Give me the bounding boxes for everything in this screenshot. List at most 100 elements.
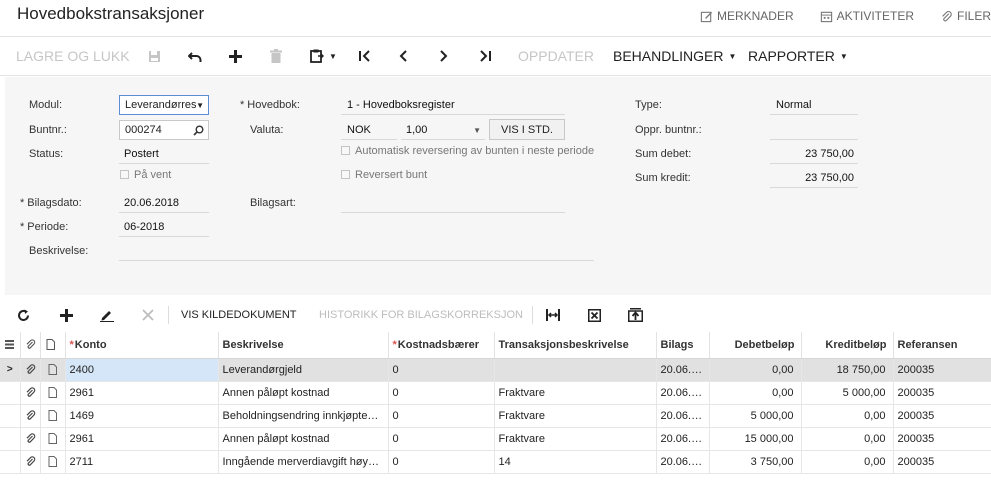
refresh-icon[interactable] — [17, 300, 30, 330]
credit-cell[interactable]: 5 000,00 — [801, 381, 894, 405]
account-cell[interactable]: 2711 — [65, 450, 219, 474]
credit-cell[interactable]: 0,00 — [801, 450, 894, 474]
col-reference[interactable]: Referansen — [893, 332, 991, 359]
files-link[interactable]: FILER — [940, 9, 991, 23]
description-input[interactable] — [119, 241, 594, 261]
delete-icon[interactable] — [270, 37, 282, 75]
on-hold-checkbox[interactable] — [120, 170, 129, 179]
credit-cell[interactable]: 0,00 — [801, 404, 894, 428]
credit-cell[interactable]: 0,00 — [801, 427, 894, 451]
doc-type-field[interactable] — [341, 193, 565, 213]
clipboard-icon[interactable]: ▼ — [310, 37, 337, 75]
description-cell[interactable]: Inngående merverdiavgift høy… — [218, 450, 389, 474]
reversed-checkbox[interactable] — [341, 170, 350, 179]
export-excel-icon[interactable] — [588, 300, 601, 330]
row-note-icon[interactable] — [40, 358, 66, 382]
reference-cell[interactable]: 200035 — [893, 450, 991, 474]
cost-unit-cell[interactable]: 0 — [388, 358, 495, 382]
description-cell[interactable]: Annen påløpt kostnad — [218, 381, 389, 405]
row-attachment-icon[interactable] — [20, 381, 41, 405]
doc-cell[interactable]: 20.06.201 — [656, 358, 710, 382]
col-account[interactable]: *Konto — [65, 332, 219, 359]
ledger-field[interactable]: 1 - Hovedboksregister — [341, 95, 565, 115]
table-row[interactable]: 1469 Beholdningsendring innkjøpte… 0 Fra… — [0, 404, 991, 428]
row-attachment-icon[interactable] — [20, 450, 41, 474]
add-icon[interactable] — [229, 37, 242, 75]
search-icon[interactable] — [193, 125, 204, 136]
batch-number-input[interactable]: 000274 — [119, 120, 209, 140]
currency-field[interactable]: NOK — [341, 120, 397, 140]
col-tran-desc[interactable]: Transaksjonsbeskrivelse — [494, 332, 657, 359]
doc-cell[interactable]: 20.06.201 — [656, 404, 710, 428]
row-note-icon[interactable] — [40, 381, 66, 405]
account-cell[interactable]: 2400 — [65, 358, 219, 382]
debit-cell[interactable]: 5 000,00 — [709, 404, 802, 428]
save-icon[interactable] — [148, 37, 161, 75]
upload-icon[interactable] — [628, 300, 643, 330]
col-debit[interactable]: Debetbeløp — [709, 332, 802, 359]
processes-menu[interactable]: BEHANDLINGER ▼ — [613, 37, 736, 75]
row-attachment-icon[interactable] — [20, 404, 41, 428]
first-record-icon[interactable] — [358, 37, 371, 75]
row-attachment-icon[interactable] — [20, 358, 41, 382]
rate-select[interactable]: 1,00 ▼ — [401, 120, 485, 140]
view-base-currency-button[interactable]: VIS I STD. — [489, 119, 565, 140]
tran-desc-cell[interactable] — [494, 358, 657, 382]
reference-cell[interactable]: 200035 — [893, 381, 991, 405]
doc-cell[interactable]: 20.06.201 — [656, 427, 710, 451]
module-select[interactable]: Leverandørreskontro ▼ — [119, 95, 209, 115]
account-cell[interactable]: 1469 — [65, 404, 219, 428]
table-row[interactable]: 2711 Inngående merverdiavgift høy… 0 14 … — [0, 450, 991, 474]
account-cell[interactable]: 2961 — [65, 427, 219, 451]
doc-date-field[interactable]: 20.06.2018 — [119, 193, 209, 213]
row-selector-header[interactable] — [0, 332, 21, 359]
activities-link[interactable]: AKTIVITETER — [820, 9, 914, 23]
cost-unit-cell[interactable]: 0 — [388, 427, 495, 451]
reference-cell[interactable]: 200035 — [893, 427, 991, 451]
doc-cell[interactable]: 20.06.201 — [656, 381, 710, 405]
table-row[interactable]: 2961 Annen påløpt kostnad 0 Fraktvare 20… — [0, 381, 991, 405]
row-note-icon[interactable] — [40, 450, 66, 474]
add-row-icon[interactable] — [60, 300, 73, 330]
tran-desc-cell[interactable]: Fraktvare — [494, 427, 657, 451]
delete-row-icon[interactable] — [142, 300, 154, 330]
auto-reverse-checkbox[interactable] — [341, 146, 350, 155]
table-row[interactable]: > 2400 Leverandørgjeld 0 20.06.201 0,00 … — [0, 358, 991, 382]
fit-columns-icon[interactable] — [546, 300, 560, 330]
col-doc[interactable]: Bilags — [656, 332, 710, 359]
save-close-button[interactable]: LAGRE OG LUKK — [16, 37, 130, 75]
tran-desc-cell[interactable]: Fraktvare — [494, 404, 657, 428]
notes-link[interactable]: MERKNADER — [700, 9, 794, 23]
period-field[interactable]: 06-2018 — [119, 217, 209, 237]
reports-menu[interactable]: RAPPORTER ▼ — [748, 37, 848, 75]
view-source-document-button[interactable]: VIS KILDEDOKUMENT — [181, 300, 297, 330]
cost-unit-cell[interactable]: 0 — [388, 381, 495, 405]
table-row[interactable]: 2961 Annen påløpt kostnad 0 Fraktvare 20… — [0, 427, 991, 451]
last-record-icon[interactable] — [479, 37, 492, 75]
doc-cell[interactable]: 20.06.201 — [656, 450, 710, 474]
cost-unit-cell[interactable]: 0 — [388, 450, 495, 474]
reference-cell[interactable]: 200035 — [893, 358, 991, 382]
undo-icon[interactable] — [188, 37, 203, 75]
row-note-icon[interactable] — [40, 404, 66, 428]
debit-cell[interactable]: 3 750,00 — [709, 450, 802, 474]
debit-cell[interactable]: 0,00 — [709, 381, 802, 405]
row-attachment-icon[interactable] — [20, 427, 41, 451]
list-settings-icon[interactable] — [4, 339, 15, 350]
debit-cell[interactable]: 0,00 — [709, 358, 802, 382]
col-cost-unit[interactable]: *Kostnadsbærer — [388, 332, 495, 359]
col-credit[interactable]: Kreditbeløp — [801, 332, 894, 359]
description-cell[interactable]: Annen påløpt kostnad — [218, 427, 389, 451]
description-cell[interactable]: Beholdningsendring innkjøpte… — [218, 404, 389, 428]
cost-unit-cell[interactable]: 0 — [388, 404, 495, 428]
correction-history-button[interactable]: HISTORIKK FOR BILAGSKORREKSJON — [319, 300, 523, 330]
next-record-icon[interactable] — [439, 37, 449, 75]
row-note-icon[interactable] — [40, 427, 66, 451]
debit-cell[interactable]: 15 000,00 — [709, 427, 802, 451]
col-description[interactable]: Beskrivelse — [218, 332, 389, 359]
tran-desc-cell[interactable]: 14 — [494, 450, 657, 474]
reference-cell[interactable]: 200035 — [893, 404, 991, 428]
tran-desc-cell[interactable]: Fraktvare — [494, 381, 657, 405]
credit-cell[interactable]: 18 750,00 — [801, 358, 894, 382]
update-button[interactable]: OPPDATER — [518, 37, 594, 75]
